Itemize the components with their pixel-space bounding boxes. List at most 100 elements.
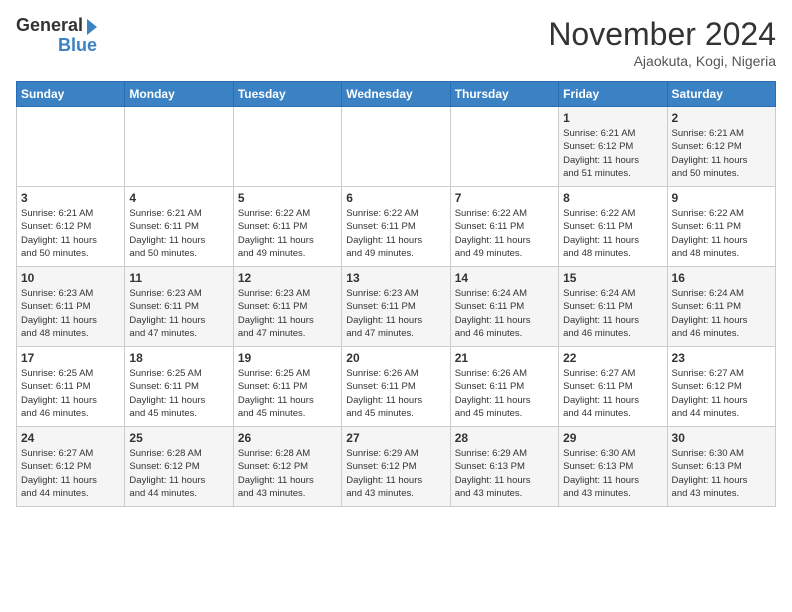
day-number: 29 (563, 431, 662, 445)
day-info: Sunrise: 6:24 AM Sunset: 6:11 PM Dayligh… (672, 287, 771, 340)
col-header-wednesday: Wednesday (342, 82, 450, 107)
day-info: Sunrise: 6:24 AM Sunset: 6:11 PM Dayligh… (455, 287, 554, 340)
calendar-cell: 22Sunrise: 6:27 AM Sunset: 6:11 PM Dayli… (559, 347, 667, 427)
day-info: Sunrise: 6:30 AM Sunset: 6:13 PM Dayligh… (672, 447, 771, 500)
day-info: Sunrise: 6:27 AM Sunset: 6:11 PM Dayligh… (563, 367, 662, 420)
calendar-cell: 1 Sunrise: 6:21 AM Sunset: 6:12 PM Daylig… (559, 107, 667, 187)
day-info: Sunrise: 6:21 AM Sunset: 6:11 PM Dayligh… (129, 207, 228, 260)
day-number: 4 (129, 191, 228, 205)
calendar-cell: 4 Sunrise: 6:21 AM Sunset: 6:11 PM Daylig… (125, 187, 233, 267)
col-header-saturday: Saturday (667, 82, 775, 107)
day-number: 18 (129, 351, 228, 365)
day-info: Sunrise: 6:22 AM Sunset: 6:11 PM Dayligh… (455, 207, 554, 260)
calendar-cell: 2 Sunrise: 6:21 AM Sunset: 6:12 PM Daylig… (667, 107, 775, 187)
day-number: 6 (346, 191, 445, 205)
calendar-cell: 14 Sunrise: 6:24 AM Sunset: 6:11 PM Dayli… (450, 267, 558, 347)
calendar-cell: 8 Sunrise: 6:22 AM Sunset: 6:11 PM Daylig… (559, 187, 667, 267)
calendar-cell (233, 107, 341, 187)
day-info: Sunrise: 6:22 AM Sunset: 6:11 PM Dayligh… (346, 207, 445, 260)
day-info: Sunrise: 6:22 AM Sunset: 6:11 PM Dayligh… (563, 207, 662, 260)
calendar-cell: 29 Sunrise: 6:30 AM Sunset: 6:13 PM Dayli… (559, 427, 667, 507)
location: Ajaokuta, Kogi, Nigeria (548, 53, 776, 69)
day-info: Sunrise: 6:29 AM Sunset: 6:12 PM Dayligh… (346, 447, 445, 500)
col-header-monday: Monday (125, 82, 233, 107)
day-number: 28 (455, 431, 554, 445)
page-header: General Blue November 2024 Ajaokuta, Kog… (16, 16, 776, 69)
day-info: Sunrise: 6:23 AM Sunset: 6:11 PM Dayligh… (346, 287, 445, 340)
calendar-week-row: 17 Sunrise: 6:25 AM Sunset: 6:11 PM Dayli… (17, 347, 776, 427)
calendar-cell: 7 Sunrise: 6:22 AM Sunset: 6:11 PM Daylig… (450, 187, 558, 267)
calendar-cell: 16Sunrise: 6:24 AM Sunset: 6:11 PM Dayli… (667, 267, 775, 347)
calendar-cell (450, 107, 558, 187)
day-info: Sunrise: 6:25 AM Sunset: 6:11 PM Dayligh… (21, 367, 120, 420)
day-info: Sunrise: 6:21 AM Sunset: 6:12 PM Dayligh… (563, 127, 662, 180)
calendar-cell: 21 Sunrise: 6:26 AM Sunset: 6:11 PM Dayli… (450, 347, 558, 427)
day-number: 13 (346, 271, 445, 285)
day-number: 20 (346, 351, 445, 365)
calendar-table: SundayMondayTuesdayWednesdayThursdayFrid… (16, 81, 776, 507)
logo-line1: General (16, 16, 83, 36)
calendar-cell: 5Sunrise: 6:22 AM Sunset: 6:11 PM Daylig… (233, 187, 341, 267)
calendar-cell: 17 Sunrise: 6:25 AM Sunset: 6:11 PM Dayli… (17, 347, 125, 427)
day-info: Sunrise: 6:23 AM Sunset: 6:11 PM Dayligh… (129, 287, 228, 340)
day-number: 21 (455, 351, 554, 365)
day-info: Sunrise: 6:30 AM Sunset: 6:13 PM Dayligh… (563, 447, 662, 500)
logo: General Blue (16, 16, 97, 56)
day-info: Sunrise: 6:29 AM Sunset: 6:13 PM Dayligh… (455, 447, 554, 500)
calendar-cell: 18Sunrise: 6:25 AM Sunset: 6:11 PM Dayli… (125, 347, 233, 427)
day-info: Sunrise: 6:26 AM Sunset: 6:11 PM Dayligh… (346, 367, 445, 420)
day-info: Sunrise: 6:24 AM Sunset: 6:11 PM Dayligh… (563, 287, 662, 340)
calendar-cell (17, 107, 125, 187)
day-info: Sunrise: 6:22 AM Sunset: 6:11 PM Dayligh… (672, 207, 771, 260)
day-number: 7 (455, 191, 554, 205)
calendar-cell: 12 Sunrise: 6:23 AM Sunset: 6:11 PM Dayli… (233, 267, 341, 347)
day-info: Sunrise: 6:26 AM Sunset: 6:11 PM Dayligh… (455, 367, 554, 420)
calendar-week-row: 24 Sunrise: 6:27 AM Sunset: 6:12 PM Dayli… (17, 427, 776, 507)
calendar-cell: 28 Sunrise: 6:29 AM Sunset: 6:13 PM Dayli… (450, 427, 558, 507)
title-block: November 2024 Ajaokuta, Kogi, Nigeria (548, 16, 776, 69)
day-number: 5 (238, 191, 337, 205)
calendar-cell: 30 Sunrise: 6:30 AM Sunset: 6:13 PM Dayli… (667, 427, 775, 507)
day-number: 14 (455, 271, 554, 285)
col-header-tuesday: Tuesday (233, 82, 341, 107)
calendar-cell (342, 107, 450, 187)
calendar-cell: 6 Sunrise: 6:22 AM Sunset: 6:11 PM Daylig… (342, 187, 450, 267)
month-title: November 2024 (548, 16, 776, 53)
day-number: 25 (129, 431, 228, 445)
day-number: 12 (238, 271, 337, 285)
calendar-header-row: SundayMondayTuesdayWednesdayThursdayFrid… (17, 82, 776, 107)
day-number: 24 (21, 431, 120, 445)
calendar-cell: 25 Sunrise: 6:28 AM Sunset: 6:12 PM Dayli… (125, 427, 233, 507)
col-header-thursday: Thursday (450, 82, 558, 107)
day-info: Sunrise: 6:23 AM Sunset: 6:11 PM Dayligh… (238, 287, 337, 340)
col-header-sunday: Sunday (17, 82, 125, 107)
day-number: 8 (563, 191, 662, 205)
day-info: Sunrise: 6:21 AM Sunset: 6:12 PM Dayligh… (21, 207, 120, 260)
day-number: 2 (672, 111, 771, 125)
calendar-week-row: 10Sunrise: 6:23 AM Sunset: 6:11 PM Dayli… (17, 267, 776, 347)
day-info: Sunrise: 6:25 AM Sunset: 6:11 PM Dayligh… (238, 367, 337, 420)
day-info: Sunrise: 6:21 AM Sunset: 6:12 PM Dayligh… (672, 127, 771, 180)
calendar-cell: 10Sunrise: 6:23 AM Sunset: 6:11 PM Dayli… (17, 267, 125, 347)
col-header-friday: Friday (559, 82, 667, 107)
day-info: Sunrise: 6:28 AM Sunset: 6:12 PM Dayligh… (238, 447, 337, 500)
day-info: Sunrise: 6:27 AM Sunset: 6:12 PM Dayligh… (21, 447, 120, 500)
day-number: 26 (238, 431, 337, 445)
calendar-cell: 26 Sunrise: 6:28 AM Sunset: 6:12 PM Dayli… (233, 427, 341, 507)
day-number: 11 (129, 271, 228, 285)
calendar-cell: 11 Sunrise: 6:23 AM Sunset: 6:11 PM Dayli… (125, 267, 233, 347)
calendar-cell: 13 Sunrise: 6:23 AM Sunset: 6:11 PM Dayli… (342, 267, 450, 347)
day-number: 1 (563, 111, 662, 125)
day-info: Sunrise: 6:28 AM Sunset: 6:12 PM Dayligh… (129, 447, 228, 500)
day-number: 17 (21, 351, 120, 365)
calendar-cell: 15Sunrise: 6:24 AM Sunset: 6:11 PM Dayli… (559, 267, 667, 347)
calendar-cell: 19 Sunrise: 6:25 AM Sunset: 6:11 PM Dayli… (233, 347, 341, 427)
day-number: 23 (672, 351, 771, 365)
day-number: 19 (238, 351, 337, 365)
day-number: 30 (672, 431, 771, 445)
calendar-cell (125, 107, 233, 187)
logo-arrow-icon (87, 19, 97, 35)
logo-line2: Blue (58, 36, 97, 56)
calendar-cell: 27Sunrise: 6:29 AM Sunset: 6:12 PM Dayli… (342, 427, 450, 507)
day-number: 9 (672, 191, 771, 205)
